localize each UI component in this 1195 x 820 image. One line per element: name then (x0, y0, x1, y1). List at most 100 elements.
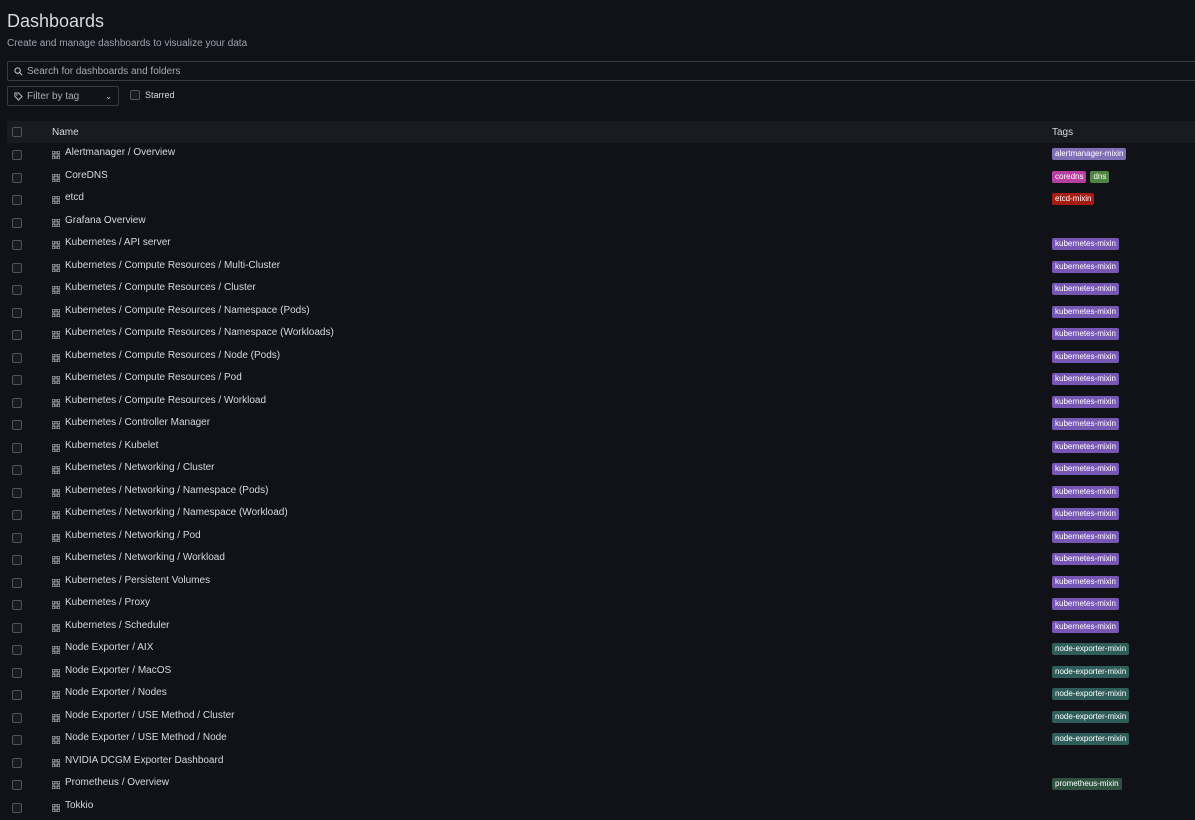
table-row[interactable]: Kubernetes / Proxy kubernetes-mixin (7, 593, 1195, 616)
row-checkbox[interactable] (12, 465, 22, 475)
row-checkbox[interactable] (12, 735, 22, 745)
row-checkbox[interactable] (12, 262, 22, 273)
dashboard-link[interactable]: Kubernetes / API server (65, 237, 171, 248)
dashboard-link[interactable]: Kubernetes / Compute Resources / Namespa… (65, 305, 310, 316)
tag-badge[interactable]: node-exporter-mixin (1052, 733, 1130, 745)
table-row[interactable]: Kubernetes / Compute Resources / Multi-C… (7, 256, 1195, 279)
dashboard-link[interactable]: Node Exporter / USE Method / Cluster (65, 710, 235, 721)
tag-badge[interactable]: kubernetes-mixin (1052, 238, 1119, 250)
table-row[interactable]: Kubernetes / Scheduler kubernetes-mixin (7, 616, 1195, 639)
table-row[interactable]: Kubernetes / Networking / Pod kubernetes-… (7, 526, 1195, 549)
row-checkbox[interactable] (12, 352, 22, 363)
table-row[interactable]: Kubernetes / Compute Resources / Node (P… (7, 346, 1195, 369)
row-checkbox[interactable] (12, 712, 22, 723)
tag-badge[interactable]: node-exporter-mixin (1052, 665, 1130, 678)
table-row[interactable]: CoreDNS coredns dns (7, 166, 1195, 189)
tag-badge[interactable]: kubernetes-mixin (1052, 350, 1119, 363)
dashboard-link[interactable]: Node Exporter / USE Method / Node (65, 732, 227, 743)
table-row[interactable]: Node Exporter / AIX node-exporter-mixin (7, 638, 1195, 661)
row-checkbox[interactable] (12, 420, 22, 430)
tag-badge[interactable]: kubernetes-mixin (1052, 283, 1119, 295)
table-row[interactable]: Kubernetes / Networking / Namespace (Wor… (7, 503, 1195, 526)
table-row[interactable]: Node Exporter / USE Method / Cluster node… (7, 706, 1195, 729)
table-row[interactable]: Kubernetes / Compute Resources / Namespa… (7, 301, 1195, 324)
tag-badge[interactable]: kubernetes-mixin (1052, 395, 1119, 408)
tag-badge[interactable]: kubernetes-mixin (1052, 598, 1119, 610)
tag-badge[interactable]: kubernetes-mixin (1052, 373, 1119, 385)
row-checkbox[interactable] (12, 375, 22, 385)
tag-badge[interactable]: kubernetes-mixin (1052, 463, 1119, 475)
tag-filter-select[interactable]: Filter by tag ⌄ (7, 86, 119, 106)
tag-badge[interactable]: coredns (1052, 170, 1087, 183)
tag-badge[interactable]: kubernetes-mixin (1052, 553, 1119, 565)
table-row[interactable]: Node Exporter / MacOS node-exporter-mixin (7, 661, 1195, 684)
dashboard-link[interactable]: Kubernetes / Compute Resources / Workloa… (65, 395, 266, 406)
table-row[interactable]: Kubernetes / Controller Manager kubernete… (7, 413, 1195, 436)
dashboard-link[interactable]: Tokkio (65, 800, 93, 811)
row-checkbox[interactable] (12, 690, 22, 700)
tag-badge[interactable]: kubernetes-mixin (1052, 328, 1119, 340)
tag-badge[interactable]: node-exporter-mixin (1052, 643, 1130, 655)
dashboard-link[interactable]: CoreDNS (65, 170, 108, 181)
row-checkbox[interactable] (12, 285, 22, 295)
row-checkbox[interactable] (12, 757, 22, 768)
dashboard-link[interactable]: Kubernetes / Persistent Volumes (65, 575, 210, 586)
dashboard-link[interactable]: Prometheus / Overview (65, 777, 169, 788)
column-header-name[interactable]: Name (52, 127, 79, 138)
row-checkbox[interactable] (12, 645, 22, 655)
dashboard-link[interactable]: Node Exporter / AIX (65, 642, 153, 653)
tag-badge[interactable]: kubernetes-mixin (1052, 620, 1119, 633)
table-row[interactable]: Kubernetes / Kubelet kubernetes-mixin (7, 436, 1195, 459)
dashboard-link[interactable]: Kubernetes / Compute Resources / Pod (65, 372, 242, 383)
table-row[interactable]: Kubernetes / Persistent Volumes kubernete… (7, 571, 1195, 594)
row-checkbox[interactable] (12, 577, 22, 588)
table-row[interactable]: Kubernetes / Networking / Workload kubern… (7, 548, 1195, 571)
dashboard-link[interactable]: Kubernetes / Networking / Workload (65, 552, 225, 563)
row-checkbox[interactable] (12, 600, 22, 610)
row-checkbox[interactable] (12, 217, 22, 228)
tag-badge[interactable]: kubernetes-mixin (1052, 440, 1119, 453)
dashboard-link[interactable]: Alertmanager / Overview (65, 147, 175, 158)
row-checkbox[interactable] (12, 397, 22, 408)
row-checkbox[interactable] (12, 532, 22, 543)
row-checkbox[interactable] (12, 330, 22, 340)
table-row[interactable]: Kubernetes / API server kubernetes-mixin (7, 233, 1195, 256)
table-row[interactable]: Kubernetes / Compute Resources / Cluster… (7, 278, 1195, 301)
tag-badge[interactable]: prometheus-mixin (1052, 778, 1122, 790)
dashboard-link[interactable]: Kubernetes / Controller Manager (65, 417, 210, 428)
dashboard-link[interactable]: Node Exporter / MacOS (65, 665, 171, 676)
row-checkbox[interactable] (12, 307, 22, 318)
dashboard-link[interactable]: Kubernetes / Compute Resources / Node (P… (65, 350, 280, 361)
row-checkbox[interactable] (12, 802, 22, 813)
row-checkbox[interactable] (12, 195, 22, 205)
dashboard-link[interactable]: Kubernetes / Networking / Cluster (65, 462, 215, 473)
row-checkbox[interactable] (12, 172, 22, 183)
row-checkbox[interactable] (12, 555, 22, 565)
search-box[interactable] (7, 61, 1195, 81)
table-row[interactable]: Kubernetes / Networking / Namespace (Pod… (7, 481, 1195, 504)
tag-badge[interactable]: kubernetes-mixin (1052, 508, 1119, 520)
table-row[interactable]: etcd etcd-mixin (7, 188, 1195, 211)
row-checkbox[interactable] (12, 622, 22, 633)
dashboard-link[interactable]: Kubernetes / Networking / Namespace (Pod… (65, 485, 268, 496)
tag-badge[interactable]: kubernetes-mixin (1052, 418, 1119, 430)
row-checkbox[interactable] (12, 150, 22, 160)
tag-badge[interactable]: kubernetes-mixin (1052, 530, 1119, 543)
table-row[interactable]: Kubernetes / Compute Resources / Workloa… (7, 391, 1195, 414)
table-row[interactable]: Alertmanager / Overview alertmanager-mixi… (7, 143, 1195, 166)
dashboard-link[interactable]: Grafana Overview (65, 215, 146, 226)
dashboard-link[interactable]: Kubernetes / Scheduler (65, 620, 170, 631)
dashboard-link[interactable]: Kubernetes / Compute Resources / Namespa… (65, 327, 334, 338)
table-row[interactable]: Kubernetes / Compute Resources / Namespa… (7, 323, 1195, 346)
dashboard-link[interactable]: Node Exporter / Nodes (65, 687, 167, 698)
row-checkbox[interactable] (12, 780, 22, 790)
row-checkbox[interactable] (12, 487, 22, 498)
search-input[interactable] (27, 65, 627, 77)
table-row[interactable]: Kubernetes / Compute Resources / Pod kube… (7, 368, 1195, 391)
tag-badge[interactable]: kubernetes-mixin (1052, 260, 1119, 273)
select-all-checkbox[interactable] (12, 127, 22, 137)
dashboard-link[interactable]: Kubernetes / Compute Resources / Cluster (65, 282, 256, 293)
tag-badge[interactable]: node-exporter-mixin (1052, 710, 1130, 723)
row-checkbox[interactable] (12, 667, 22, 678)
dashboard-link[interactable]: Kubernetes / Proxy (65, 597, 150, 608)
